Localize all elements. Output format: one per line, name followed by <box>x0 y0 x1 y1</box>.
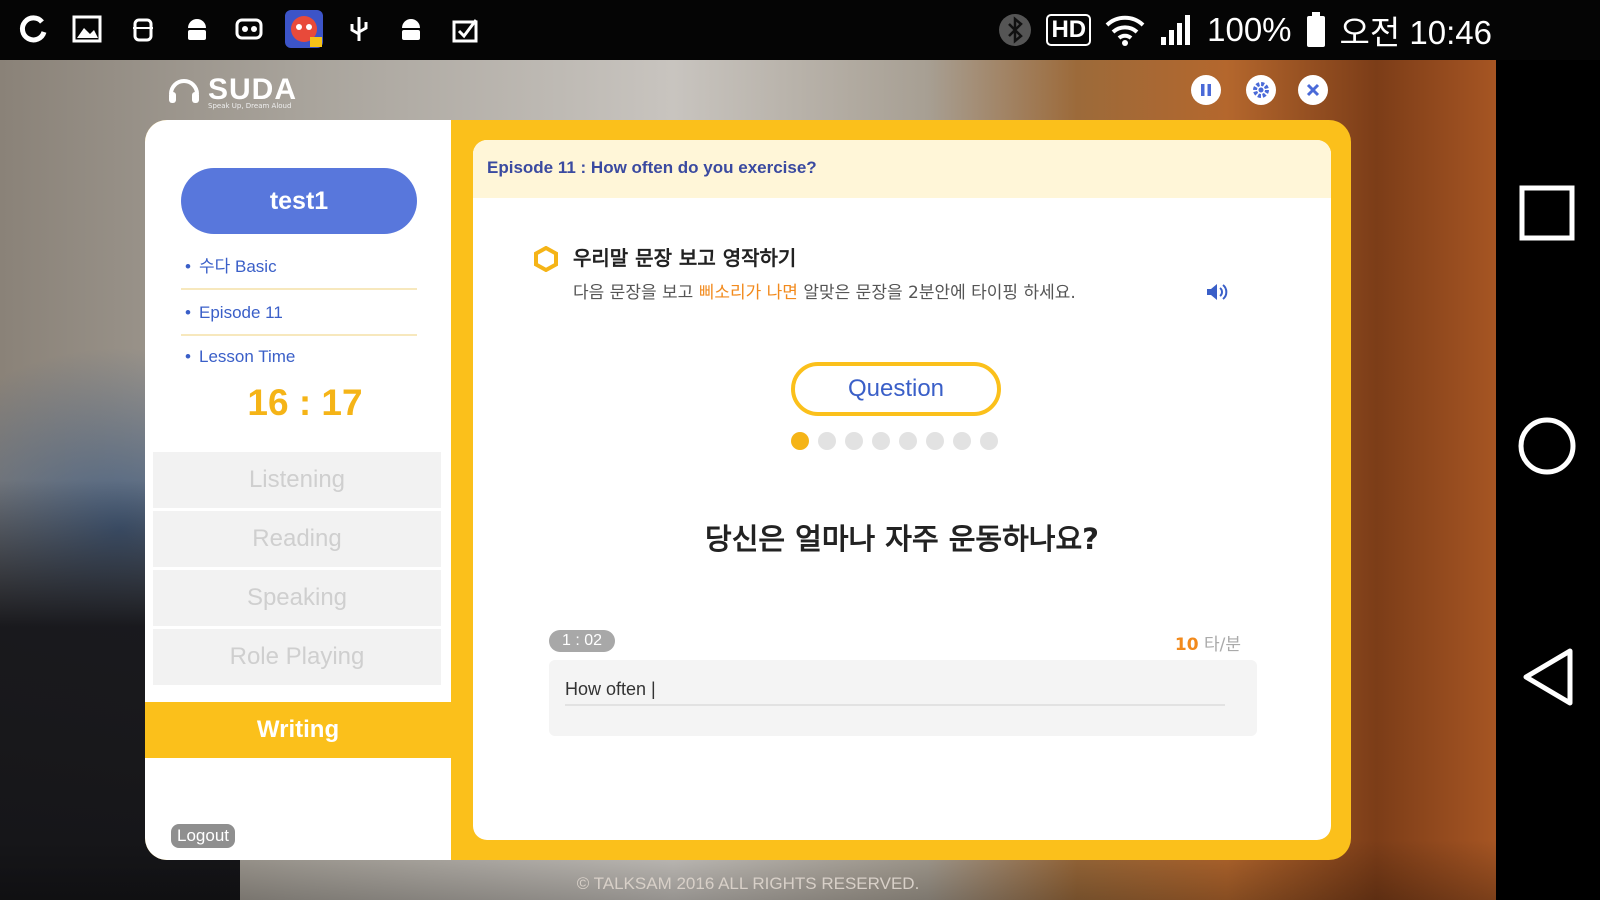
lesson-time-label: • Lesson Time <box>181 342 417 372</box>
progress-dot <box>791 432 809 450</box>
question-button[interactable]: Question <box>791 362 1001 416</box>
logout-button[interactable]: Logout <box>171 824 235 848</box>
typing-speed-unit: 타/분 <box>1198 635 1241 655</box>
typing-speed: 10 타/분 <box>1175 630 1241 655</box>
speaker-icon[interactable] <box>1205 282 1229 302</box>
progress-dot <box>872 432 890 450</box>
sidebar: test1 • 수다 Basic • Episode 11 • Lesson T… <box>145 120 451 860</box>
signal-icon <box>1159 13 1193 47</box>
episode-label: • Episode 11 <box>181 296 417 336</box>
bluetooth-icon <box>998 13 1032 47</box>
clock: 오전 10:46 <box>1339 14 1492 51</box>
menu-item-writing[interactable]: Writing <box>145 702 451 758</box>
menu-item-role-playing[interactable]: Role Playing <box>153 629 441 685</box>
menu-item-speaking[interactable]: Speaking <box>153 570 441 626</box>
progress-dot <box>845 432 863 450</box>
game-icon <box>234 14 264 44</box>
app-logo: SUDA Speak Up, Dream Aloud <box>166 68 297 112</box>
hd-icon: HD <box>1046 14 1092 46</box>
wifi-icon <box>1105 13 1145 47</box>
pause-button[interactable] <box>1191 75 1221 105</box>
progress-dot <box>818 432 836 450</box>
instruction-text-start: 다음 문장을 보고 <box>573 283 699 303</box>
pause-icon <box>1201 84 1211 96</box>
question-progress-dots <box>791 432 1001 450</box>
app-icon <box>18 14 48 44</box>
usb-icon <box>344 14 374 44</box>
user-name-button[interactable]: test1 <box>181 168 417 234</box>
recent-apps-icon[interactable] <box>1518 184 1576 242</box>
menu-item-reading[interactable]: Reading <box>153 511 441 567</box>
gallery-icon <box>72 14 102 44</box>
typing-area <box>549 660 1257 736</box>
menu-item-listening[interactable]: Listening <box>153 452 441 508</box>
course-name: 수다 Basic <box>199 257 277 276</box>
typing-speed-value: 10 <box>1174 635 1199 655</box>
clipboard-check-icon <box>450 14 480 44</box>
bullet: • <box>185 257 191 276</box>
settings-icon <box>1253 82 1269 98</box>
battery-icon <box>1306 12 1326 48</box>
writing-panel: Episode 11 : How often do you exercise? … <box>473 140 1331 840</box>
instruction-title: 우리말 문장 보고 영작하기 <box>573 246 797 270</box>
lesson-card: test1 • 수다 Basic • Episode 11 • Lesson T… <box>145 120 1351 860</box>
android-debug-icon <box>128 14 158 44</box>
home-icon[interactable] <box>1516 415 1578 477</box>
instruction-text-end: 알맞은 문장을 2분안에 타이핑 하세요. <box>797 283 1076 303</box>
status-bar: HD 100% 오전 10:46 <box>0 0 1600 60</box>
bullet: • <box>185 347 191 366</box>
course-label: • 수다 Basic <box>181 250 417 290</box>
android-icon <box>182 14 212 44</box>
back-icon[interactable] <box>1520 646 1576 708</box>
episode-header: Episode 11 : How often do you exercise? <box>473 140 1331 198</box>
headset-icon <box>166 72 202 108</box>
answer-input[interactable] <box>565 674 1225 706</box>
episode-title: Episode 11 : How often do you exercise? <box>487 158 817 177</box>
game-avatar-icon <box>284 9 324 49</box>
progress-dot <box>899 432 917 450</box>
android-icon <box>396 14 426 44</box>
hexagon-bullet-icon <box>534 246 558 272</box>
status-indicators: HD 100% 오전 10:46 <box>998 8 1492 52</box>
instruction-text: 다음 문장을 보고 삐소리가 나면 알맞은 문장을 2분안에 타이핑 하세요. <box>573 278 1076 303</box>
close-icon <box>1306 83 1320 97</box>
progress-dot <box>926 432 944 450</box>
logo-subtitle: Speak Up, Dream Aloud <box>208 102 292 110</box>
battery-percent: 100% <box>1207 11 1292 48</box>
elapsed-time-badge: 1 : 02 <box>549 630 615 652</box>
progress-dot <box>980 432 998 450</box>
lesson-time-caption: Lesson Time <box>199 347 296 366</box>
korean-sentence: 당신은 얼마나 자주 운동하나요? <box>705 522 1099 556</box>
progress-dot <box>953 432 971 450</box>
settings-button[interactable] <box>1246 75 1276 105</box>
instruction-highlight: 삐소리가 나면 <box>698 283 798 303</box>
lesson-timer: 16 : 17 <box>247 382 363 423</box>
bullet: • <box>185 303 191 322</box>
episode-name: Episode 11 <box>199 303 283 322</box>
copyright-footer: © TALKSAM 2016 ALL RIGHTS RESERVED. <box>576 874 920 893</box>
close-button[interactable] <box>1298 75 1328 105</box>
navigation-bar <box>1496 60 1600 900</box>
